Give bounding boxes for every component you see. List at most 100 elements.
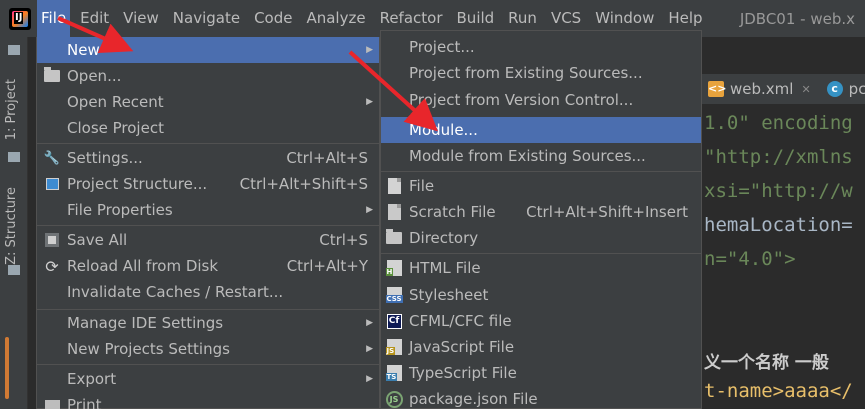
ts-file-icon: TS [385, 364, 403, 382]
menu-item-label: Project from Existing Sources... [409, 64, 643, 82]
menu-item-label: New [67, 41, 100, 59]
class-file-icon: c [826, 81, 843, 97]
menu-item-label: TypeScript File [409, 364, 517, 382]
submenu-item-javascript-file[interactable]: JS JavaScript File [381, 334, 701, 360]
menu-edit[interactable]: Edit [76, 0, 113, 37]
menu-item-file-properties[interactable]: File Properties ▶ [37, 197, 379, 223]
menu-item-open-recent[interactable]: Open Recent ▶ [37, 89, 379, 115]
submenu-item-project-from-vcs[interactable]: Project from Version Control... [381, 87, 701, 113]
menu-item-print[interactable]: Print [37, 392, 379, 409]
submenu-item-module-from-existing-sources[interactable]: Module from Existing Sources... [381, 143, 701, 169]
menu-item-label: Open Recent [67, 93, 164, 111]
project-view-icon[interactable] [8, 45, 20, 55]
code-line[interactable]: "http://xmlns [704, 146, 853, 168]
structure-icon [8, 265, 20, 275]
menu-item-shortcut: Ctrl+S [319, 231, 368, 249]
new-submenu: Project... Project from Existing Sources… [380, 30, 702, 409]
menu-navigate[interactable]: Navigate [169, 0, 244, 37]
menu-item-close-project[interactable]: Close Project [37, 115, 379, 141]
code-line-text: "http://xmlns [704, 146, 853, 168]
xml-file-icon: <> [708, 81, 727, 97]
menu-item-export[interactable]: Export ▶ [37, 366, 379, 392]
menu-item-label: Print [67, 396, 102, 409]
submenu-item-directory[interactable]: Directory [381, 225, 701, 251]
menu-item-manage-ide-settings[interactable]: Manage IDE Settings ▶ [37, 310, 379, 336]
close-icon[interactable]: ✕ [801, 83, 810, 96]
menu-item-new[interactable]: New ▶ [37, 37, 379, 63]
code-line-text: hemaLocation= [704, 214, 853, 236]
menu-item-label: Project from Version Control... [409, 91, 634, 109]
css-file-icon: CSS [385, 286, 403, 304]
code-line[interactable]: 1.0" encoding [704, 112, 853, 134]
menu-item-reload-all[interactable]: ⟳ Reload All from Disk Ctrl+Alt+Y [37, 253, 379, 279]
menu-item-label: Module... [409, 121, 478, 139]
tool-tab-project[interactable]: 1: Project [4, 79, 19, 140]
menu-analyze[interactable]: Analyze [302, 0, 369, 37]
package-json-icon: JS [385, 390, 403, 408]
menu-item-open[interactable]: Open... [37, 63, 379, 89]
menu-separator [381, 171, 701, 172]
menu-code[interactable]: Code [250, 0, 296, 37]
menu-file[interactable]: File [37, 0, 71, 37]
menu-item-label: Invalidate Caches / Restart... [67, 283, 284, 301]
menu-item-label: Scratch File [409, 203, 496, 221]
submenu-item-html-file[interactable]: H HTML File [381, 255, 701, 281]
submenu-item-file[interactable]: File [381, 173, 701, 199]
window-title: JDBC01 - web.x [739, 9, 855, 28]
scratch-file-icon [385, 203, 403, 221]
scroll-indicator [5, 337, 9, 399]
menu-item-label: New Projects Settings [67, 340, 230, 358]
menu-item-label: Open... [67, 67, 122, 85]
submenu-arrow-icon: ▶ [366, 45, 373, 55]
menu-item-label: JavaScript File [409, 338, 515, 356]
cfml-file-icon: Cf [385, 312, 403, 330]
menu-item-shortcut: Ctrl+Alt+Shift+S [239, 175, 368, 193]
js-file-icon: JS [385, 338, 403, 356]
code-line-text: 1.0" encoding [704, 112, 853, 134]
menu-item-label: Export [67, 370, 117, 388]
code-line[interactable]: xsi="http://w [704, 180, 853, 202]
wrench-icon: 🔧 [43, 150, 61, 166]
menu-item-new-projects-settings[interactable]: New Projects Settings ▶ [37, 336, 379, 362]
save-icon [43, 232, 61, 248]
file-menu: New ▶ Open... Open Recent ▶ Close Projec… [36, 37, 380, 409]
submenu-item-module[interactable]: Module... [381, 117, 701, 143]
menu-view[interactable]: View [119, 0, 163, 37]
code-line[interactable]: t-name>aaaa</ [704, 380, 853, 402]
menu-item-project-structure[interactable]: Project Structure... Ctrl+Alt+Shift+S [37, 171, 379, 197]
code-line[interactable]: hemaLocation= [704, 214, 853, 236]
submenu-item-typescript-file[interactable]: TS TypeScript File [381, 360, 701, 386]
menu-item-label: Module from Existing Sources... [409, 147, 646, 165]
menu-item-settings[interactable]: 🔧 Settings... Ctrl+Alt+S [37, 145, 379, 171]
folder-icon [385, 229, 403, 247]
code-line[interactable]: n="4.0"> [704, 248, 796, 270]
menu-separator [37, 225, 379, 226]
tool-tab-structure[interactable]: Z: Structure [4, 187, 19, 265]
project-structure-icon [43, 176, 61, 192]
menu-item-label: Close Project [67, 119, 164, 137]
submenu-item-scratch-file[interactable]: Scratch File Ctrl+Alt+Shift+Insert [381, 199, 701, 225]
submenu-arrow-icon: ▶ [366, 97, 373, 107]
menu-item-label: File Properties [67, 201, 173, 219]
html-file-icon: H [385, 259, 403, 277]
menu-item-shortcut: Ctrl+Alt+Y [286, 257, 368, 275]
submenu-arrow-icon: ▶ [366, 205, 373, 215]
menu-item-label: Stylesheet [409, 286, 489, 304]
menu-item-label: package.json File [409, 390, 538, 408]
submenu-item-project[interactable]: Project... [381, 34, 701, 60]
file-icon [385, 177, 403, 195]
menu-item-invalidate-caches[interactable]: Invalidate Caches / Restart... [37, 279, 379, 305]
menu-item-save-all[interactable]: Save All Ctrl+S [37, 227, 379, 253]
editor-tab-web-xml[interactable]: <> web.xml ✕ [700, 80, 819, 98]
menu-item-label: Project Structure... [67, 175, 208, 193]
menu-separator [37, 143, 379, 144]
submenu-item-package-json[interactable]: JS package.json File [381, 386, 701, 409]
submenu-item-project-from-existing-sources[interactable]: Project from Existing Sources... [381, 60, 701, 86]
editor-tab-pc[interactable]: c pc [819, 80, 865, 98]
submenu-item-cfml-file[interactable]: Cf CFML/CFC file [381, 308, 701, 334]
editor-tab-bar: <> web.xml ✕ c pc [700, 74, 865, 104]
submenu-item-stylesheet[interactable]: CSS Stylesheet [381, 282, 701, 308]
code-comment-line[interactable]: 义一个名称 一般 [704, 348, 829, 373]
left-tool-strip: 1: Project Z: Structure [0, 37, 28, 409]
menu-item-shortcut: Ctrl+Alt+S [286, 149, 368, 167]
